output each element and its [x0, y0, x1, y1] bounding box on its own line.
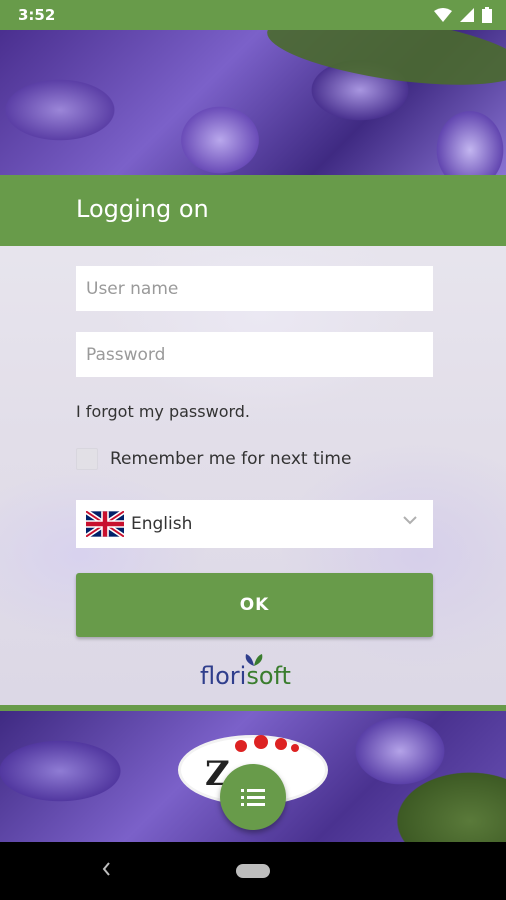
chevron-down-icon — [403, 516, 417, 525]
florisoft-logo: flori soft — [200, 654, 291, 690]
menu-fab-button[interactable] — [220, 764, 286, 830]
status-bar: 3:52 — [0, 0, 506, 30]
ok-button[interactable]: OK — [76, 573, 433, 637]
signal-icon — [460, 8, 474, 22]
status-icons — [434, 7, 492, 23]
forgot-password-link[interactable]: I forgot my password. — [76, 402, 250, 421]
remember-me-label: Remember me for next time — [110, 449, 352, 469]
menu-list-icon — [241, 789, 265, 806]
login-panel: Logging on User name Password I forgot m… — [0, 175, 506, 705]
username-input[interactable]: User name — [76, 266, 433, 311]
wifi-icon — [434, 8, 452, 22]
flowers-icon — [235, 735, 299, 752]
back-icon[interactable] — [100, 860, 112, 878]
password-input[interactable]: Password — [76, 332, 433, 377]
leaf-logo-icon — [245, 654, 263, 666]
uk-flag-icon — [86, 511, 124, 537]
language-label: English — [131, 514, 193, 534]
leaf-decoration — [263, 30, 506, 98]
language-select[interactable]: English — [76, 500, 433, 548]
battery-icon — [482, 7, 492, 23]
logo-text-soft: soft — [246, 662, 291, 690]
remember-me-row[interactable]: Remember me for next time — [76, 448, 351, 470]
header-band: Logging on — [0, 175, 506, 246]
hero-image-top — [0, 30, 506, 176]
logo-text-flori: flori — [200, 662, 247, 690]
home-pill[interactable] — [236, 864, 270, 878]
status-time: 3:52 — [18, 6, 56, 24]
remember-me-checkbox[interactable] — [76, 448, 98, 470]
system-nav-bar — [0, 842, 506, 900]
page-title: Logging on — [76, 195, 209, 223]
